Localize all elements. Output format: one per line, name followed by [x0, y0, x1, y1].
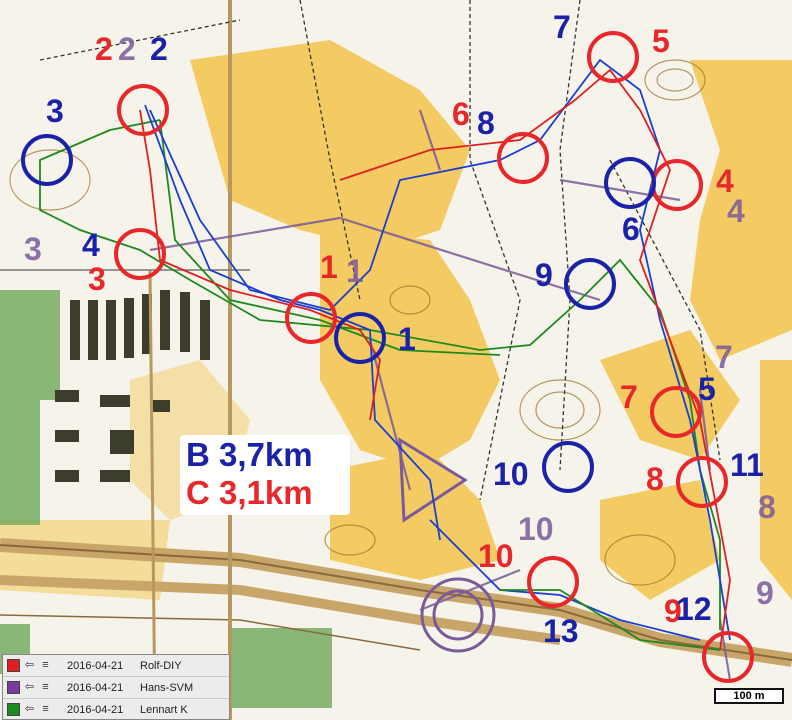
arrow-icon[interactable]: ⇦: [23, 681, 36, 694]
runner-row[interactable]: ⇦ ≡ 2016-04-21 Hans-SVM: [3, 677, 229, 699]
label-c-8: 8: [646, 461, 664, 497]
color-swatch[interactable]: [7, 659, 20, 672]
label-c-3: 3: [88, 261, 106, 297]
label-b-5: 5: [698, 371, 716, 407]
scale-bar: 100 m: [714, 688, 784, 704]
label-c-6: 6: [452, 96, 470, 132]
course-legend: B 3,7km C 3,1km: [180, 435, 350, 515]
runner-row[interactable]: ⇦ ≡ 2016-04-21 Rolf-DIY: [3, 655, 229, 677]
label-b-12: 12: [676, 591, 712, 627]
label-c-7: 7: [620, 379, 638, 415]
color-swatch[interactable]: [7, 703, 20, 716]
runner-date: 2016-04-21: [67, 659, 124, 672]
label-o-4: 4: [727, 193, 745, 229]
map-canvas: 2 3 1 6 5 4 7 8 10 9 2 3 4 1 8 7 6 9 5 1…: [0, 0, 792, 720]
arrow-icon[interactable]: ⇦: [23, 659, 36, 672]
label-b-9: 9: [535, 257, 553, 293]
label-b-4: 4: [82, 227, 100, 263]
route-icon[interactable]: ≡: [39, 659, 52, 672]
label-o-10: 10: [518, 511, 554, 547]
label-c-1: 1: [320, 249, 338, 285]
label-c-5: 5: [652, 23, 670, 59]
runner-list: ⇦ ≡ 2016-04-21 Rolf-DIY ⇦ ≡ 2016-04-21 H…: [2, 654, 230, 720]
runner-row[interactable]: ⇦ ≡ 2016-04-21 Lennart K: [3, 699, 229, 720]
orienteering-map: 2 3 1 6 5 4 7 8 10 9 2 3 4 1 8 7 6 9 5 1…: [0, 0, 792, 720]
label-o-8: 8: [758, 489, 776, 525]
route-icon[interactable]: ≡: [39, 681, 52, 694]
arrow-icon[interactable]: ⇦: [23, 703, 36, 716]
label-o-7: 7: [715, 339, 733, 375]
label-c-2: 2: [95, 31, 113, 67]
label-b-1: 1: [398, 321, 416, 357]
label-b-11: 11: [730, 447, 764, 483]
runner-date: 2016-04-21: [67, 681, 124, 694]
label-b-8: 8: [477, 105, 495, 141]
label-o-3: 3: [24, 231, 42, 267]
label-b-10: 10: [493, 456, 529, 492]
label-b-2: 2: [150, 31, 168, 67]
course-c-length: C 3,1km: [186, 474, 313, 511]
runner-name: Rolf-DIY: [140, 659, 182, 672]
runner-date: 2016-04-21: [67, 703, 124, 716]
label-b-6: 6: [622, 211, 640, 247]
color-swatch[interactable]: [7, 681, 20, 694]
label-b-7: 7: [553, 9, 571, 45]
route-icon[interactable]: ≡: [39, 703, 52, 716]
course-b-length: B 3,7km: [186, 436, 313, 473]
runner-name: Lennart K: [140, 703, 188, 716]
label-o-9: 9: [756, 575, 774, 611]
label-o-2: 2: [118, 31, 136, 67]
label-b-13: 13: [543, 613, 579, 649]
label-b-3: 3: [46, 93, 64, 129]
label-c-10: 10: [478, 538, 514, 574]
label-o-1: 1: [346, 253, 364, 289]
runner-name: Hans-SVM: [140, 681, 194, 694]
